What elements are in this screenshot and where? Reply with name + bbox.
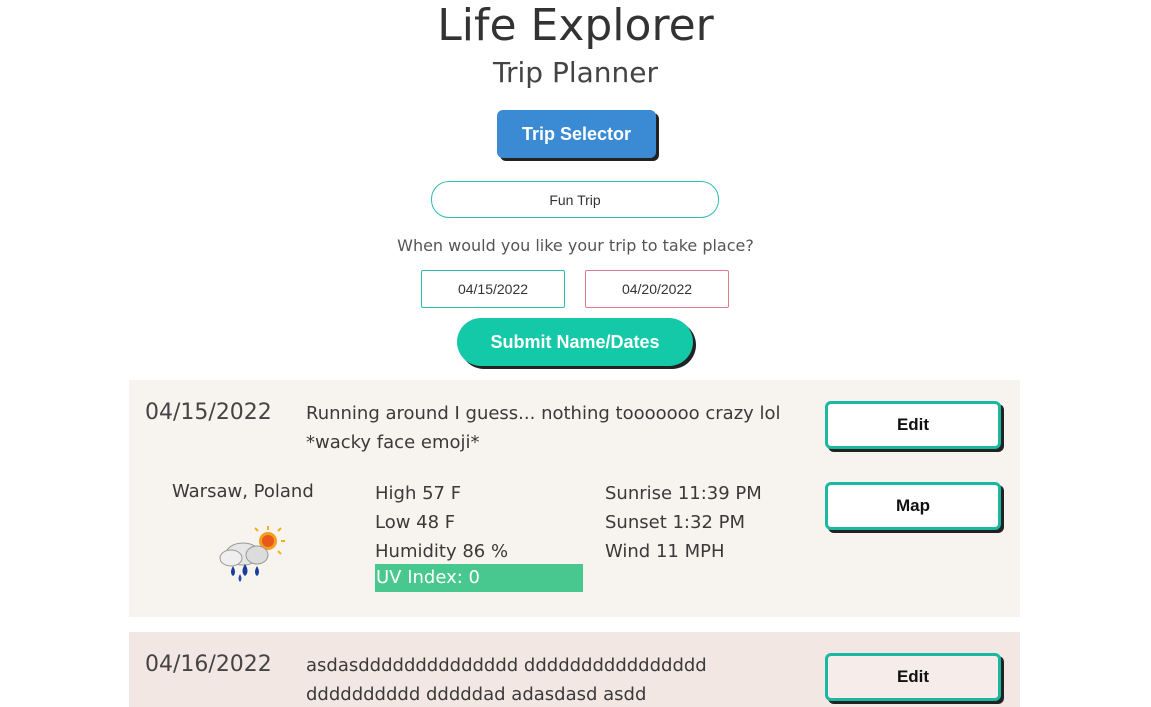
edit-button[interactable]: Edit [825, 401, 1001, 449]
humidity: Humidity 86 % [375, 541, 509, 562]
trip-selector-button[interactable]: Trip Selector [497, 110, 656, 158]
start-date-input[interactable]: 04/15/2022 [421, 270, 565, 308]
day-card: 04/16/2022 asdasdddddddddddddd ddddddddd… [129, 632, 1020, 707]
day-note: asdasdddddddddddddd dddddddddddddddd ddd… [306, 655, 707, 705]
weather-stats: High 57 F Low 48 F Humidity 86 % [375, 479, 508, 566]
page-subtitle: Trip Planner [492, 56, 658, 89]
sun-wind-stats: Sunrise 11:39 PM Sunset 1:32 PM Wind 11 … [605, 479, 762, 566]
uv-index-badge: UV Index: 0 [375, 564, 583, 592]
sunrise: Sunrise 11:39 PM [605, 483, 762, 504]
day-date: 04/15/2022 [145, 400, 272, 425]
sunset: Sunset 1:32 PM [605, 512, 746, 533]
day-note: Running around I guess... nothing tooooo… [306, 403, 781, 453]
day-card: 04/15/2022 Running around I guess... not… [129, 380, 1020, 617]
submit-name-dates-button[interactable]: Submit Name/Dates [457, 318, 693, 366]
rain-sun-icon [213, 526, 285, 584]
low-temp: Low 48 F [375, 512, 456, 533]
dates-prompt: When would you like your trip to take pl… [397, 236, 754, 255]
map-button[interactable]: Map [825, 482, 1001, 530]
trip-name-input[interactable]: Fun Trip [431, 181, 719, 218]
day-date: 04/16/2022 [145, 652, 272, 677]
location-label: Warsaw, Poland [172, 481, 314, 502]
edit-button[interactable]: Edit [825, 653, 1001, 701]
end-date-input[interactable]: 04/20/2022 [585, 270, 729, 308]
high-temp: High 57 F [375, 483, 462, 504]
app-title: Life Explorer [437, 0, 714, 51]
wind: Wind 11 MPH [605, 541, 725, 562]
